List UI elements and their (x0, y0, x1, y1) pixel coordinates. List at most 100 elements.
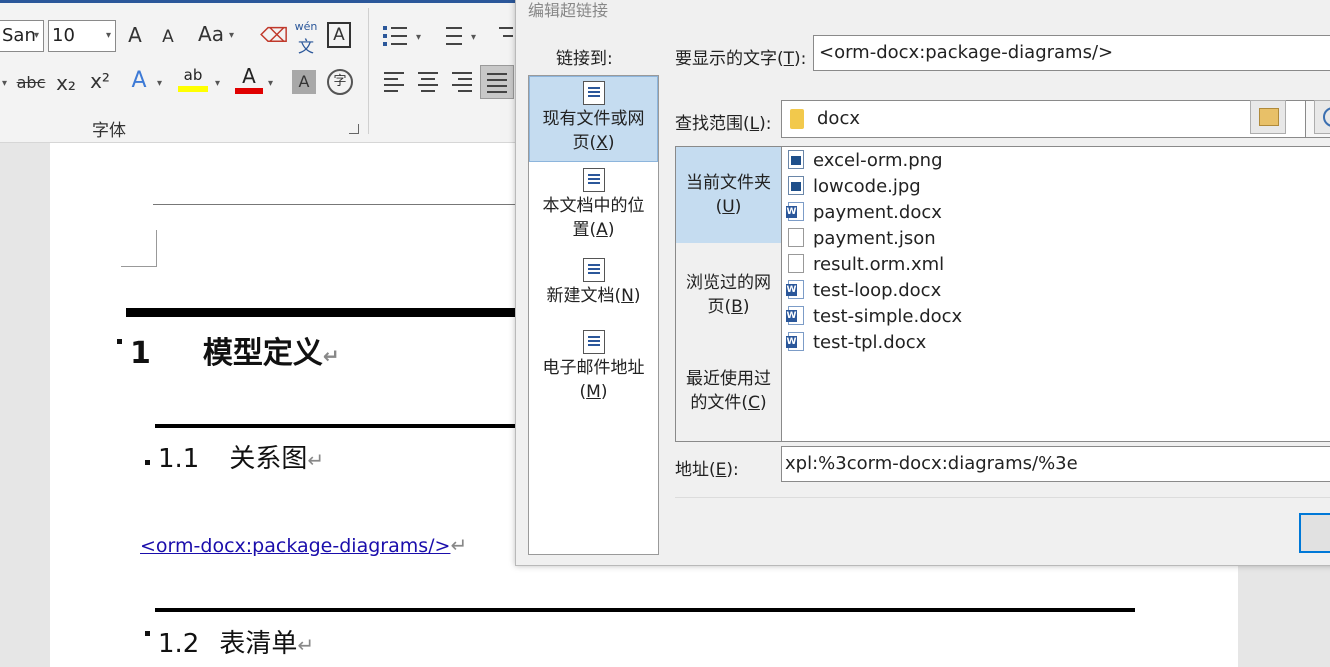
heading-bullet (145, 460, 150, 465)
link-to-email-address[interactable]: 电子邮件地址 (M) (529, 326, 658, 412)
chevron-down-icon[interactable]: ▾ (215, 78, 220, 89)
heading1-text: 模型定义 (202, 336, 323, 371)
font-name-value: San (2, 25, 36, 46)
character-shading-icon[interactable]: A (292, 70, 316, 94)
change-case-icon[interactable]: Aa (194, 21, 228, 47)
list-item[interactable]: payment.docx (786, 200, 942, 226)
chevron-down-icon[interactable]: ▾ (268, 78, 273, 89)
look-in-value: docx (817, 108, 860, 129)
highlight-swatch (178, 86, 208, 92)
link-to-label-line1: 现有文件或网 (542, 109, 645, 129)
ribbon-accent-line (0, 0, 520, 3)
heading-bullet (145, 631, 150, 636)
superscript-icon[interactable]: x² (86, 68, 114, 94)
link-to-place-in-document[interactable]: 本文档中的位 置(A) (529, 164, 658, 250)
look-in-combo[interactable]: docx ▾ (781, 100, 1330, 138)
heading2a-number: 1.1 (158, 444, 200, 474)
subscript-icon[interactable]: x₂ (52, 70, 80, 96)
paragraph-mark: ↵ (322, 344, 340, 368)
list-item[interactable]: excel-orm.png (788, 148, 943, 174)
chevron-down-icon[interactable]: ▾ (2, 78, 7, 89)
clear-formatting-icon[interactable]: ⌫ (260, 22, 288, 48)
hyperlink-text[interactable]: <orm-docx:package-diagrams/> (140, 535, 450, 557)
word-file-icon (786, 306, 804, 325)
margin-corner-mark (121, 230, 157, 267)
grow-font-icon[interactable]: A (122, 22, 148, 48)
link-to-label-line2: 页(X) (572, 133, 615, 153)
highlight-glyph: ab (183, 66, 203, 84)
link-to-existing-file[interactable]: 现有文件或网 页(X) (529, 76, 658, 162)
bullets-icon[interactable] (383, 24, 409, 48)
heading2b-rule (155, 608, 1135, 612)
link-to-label-line2: (M) (579, 382, 608, 402)
chevron-down-icon[interactable]: ▾ (229, 30, 234, 41)
shrink-font-icon[interactable]: A (156, 24, 180, 50)
multilevel-list-icon[interactable] (493, 24, 513, 48)
justify-icon[interactable] (480, 65, 514, 99)
character-border-icon[interactable]: A (327, 22, 351, 48)
phonetic-top: wén (294, 20, 318, 33)
enclose-characters-icon[interactable]: 字 (327, 69, 353, 95)
font-group-label: 字体 (92, 121, 126, 141)
place-browsed-pages[interactable]: 浏览过的网 页(B) (676, 247, 781, 343)
highlight-color-icon[interactable]: ab (178, 66, 208, 96)
align-right-icon[interactable] (452, 70, 474, 94)
dialog-title: 编辑超链接 (528, 1, 609, 20)
font-name-combo[interactable]: San ▾ (0, 20, 44, 52)
place-current-folder[interactable]: 当前文件夹 (U) (676, 147, 781, 243)
image-file-icon (788, 176, 804, 195)
chevron-down-icon[interactable]: ▾ (416, 32, 421, 43)
chevron-down-icon[interactable]: ▾ (106, 21, 111, 51)
heading1[interactable]: 1 模型定义↵ (130, 328, 340, 372)
display-text-input[interactable]: <orm-docx:package-diagrams/> (813, 35, 1330, 71)
link-to-label-line1: 电子邮件地址 (542, 358, 645, 378)
align-center-icon[interactable] (418, 70, 440, 94)
link-to-label-line2: 置(A) (572, 220, 615, 240)
heading2a[interactable]: 1.1 关系图↵ (158, 438, 324, 475)
heading2b-text: 表清单 (219, 629, 298, 659)
dialog-launcher-icon[interactable] (349, 124, 359, 134)
folder-icon (790, 109, 804, 129)
phonetic-bottom: 文 (297, 37, 314, 56)
look-in-label: 查找范围(L): (675, 114, 772, 134)
up-one-folder-button[interactable] (1250, 100, 1286, 134)
address-label: 地址(E): (675, 460, 739, 480)
address-input[interactable]: xpl:%3corm-docx:diagrams/%3e (781, 446, 1330, 482)
hyperlink-field[interactable]: <orm-docx:package-diagrams/>↵ (140, 533, 467, 557)
header-line (153, 204, 523, 205)
ok-button[interactable] (1299, 513, 1330, 553)
chevron-down-icon[interactable]: ▾ (157, 78, 162, 89)
list-item[interactable]: test-tpl.docx (786, 330, 926, 356)
places-bar: 当前文件夹 (U) 浏览过的网 页(B) 最近使用过 的文件(C) (675, 146, 782, 442)
numbering-icon[interactable] (438, 24, 464, 48)
blank-file-icon (788, 228, 804, 247)
list-item[interactable]: lowcode.jpg (788, 174, 921, 200)
phonetic-guide-icon[interactable]: wén 文 (292, 20, 320, 56)
font-size-combo[interactable]: 10 ▾ (48, 20, 116, 52)
existing-file-icon (582, 81, 605, 105)
edit-hyperlink-dialog: 编辑超链接 链接到: 现有文件或网 页(X) 本文档中的位 置(A) 新建文档(… (515, 0, 1330, 566)
word-file-icon (786, 280, 804, 299)
text-effects-icon[interactable]: A (126, 68, 152, 94)
list-item[interactable]: test-loop.docx (786, 278, 941, 304)
link-to-new-document[interactable]: 新建文档(N) (529, 254, 658, 320)
group-separator (368, 8, 369, 134)
list-item[interactable]: test-simple.docx (786, 304, 962, 330)
list-item[interactable]: result.orm.xml (788, 252, 944, 278)
place-recent-files[interactable]: 最近使用过 的文件(C) (676, 345, 781, 441)
heading1-rule (126, 308, 521, 317)
chevron-down-icon[interactable]: ▾ (471, 32, 476, 43)
dialog-separator (675, 497, 1330, 498)
align-left-icon[interactable] (384, 70, 406, 94)
strikethrough-icon[interactable]: abc (16, 70, 46, 96)
document-place-icon (582, 168, 605, 192)
chevron-down-icon[interactable]: ▾ (34, 21, 39, 51)
list-item[interactable]: payment.json (788, 226, 936, 252)
link-to-label: 链接到: (556, 49, 613, 69)
link-to-panel: 现有文件或网 页(X) 本文档中的位 置(A) 新建文档(N) 电子邮件地址 (… (528, 75, 659, 555)
link-to-label-line1: 本文档中的位 (542, 196, 645, 216)
heading2b[interactable]: 1.2 表清单↵ (158, 623, 314, 660)
paragraph-mark: ↵ (307, 448, 325, 472)
font-color-icon[interactable]: A (235, 66, 263, 96)
browse-web-button[interactable] (1314, 100, 1330, 134)
